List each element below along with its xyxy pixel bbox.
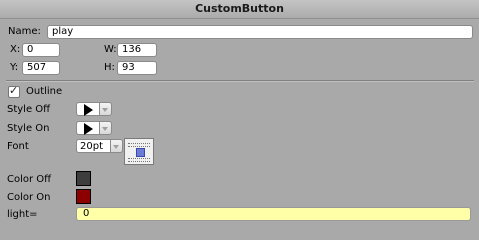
outline-label: Outline [26, 86, 63, 97]
style-on-dropdown[interactable] [76, 121, 112, 135]
align-center-icon [136, 148, 145, 157]
outline-checkbox[interactable]: ✓ [8, 84, 20, 98]
x-label: X: [10, 44, 21, 55]
h-label: H: [104, 62, 115, 73]
name-label: Name: [8, 26, 41, 37]
name-input[interactable]: play [47, 25, 473, 39]
w-label: W: [104, 44, 117, 55]
color-on-swatch[interactable] [76, 189, 91, 204]
check-icon: ✓ [9, 84, 19, 97]
text-align-button[interactable] [124, 138, 154, 165]
font-size-dropdown[interactable]: 20pt [76, 139, 123, 153]
panel-title: CustomButton [0, 0, 479, 19]
color-off-label: Color Off [7, 174, 52, 185]
chevron-down-icon[interactable] [110, 139, 123, 153]
font-size-value: 20pt [76, 139, 110, 153]
font-label: Font [7, 141, 29, 152]
style-off-dropdown[interactable] [76, 102, 112, 116]
color-on-label: Color On [7, 192, 51, 203]
light-input[interactable]: 0 [76, 207, 471, 221]
x-input[interactable]: 0 [22, 43, 60, 57]
h-input[interactable]: 93 [117, 61, 157, 75]
section-divider [6, 80, 474, 82]
chevron-down-icon[interactable] [99, 102, 112, 116]
y-label: Y: [10, 62, 19, 73]
style-on-label: Style On [7, 123, 50, 134]
light-label: light= [7, 209, 38, 220]
w-input[interactable]: 136 [117, 43, 157, 57]
color-off-swatch[interactable] [76, 171, 91, 186]
play-icon [84, 123, 93, 135]
style-off-label: Style Off [7, 104, 51, 115]
y-input[interactable]: 507 [22, 61, 60, 75]
play-icon [84, 104, 93, 116]
chevron-down-icon[interactable] [99, 121, 112, 135]
